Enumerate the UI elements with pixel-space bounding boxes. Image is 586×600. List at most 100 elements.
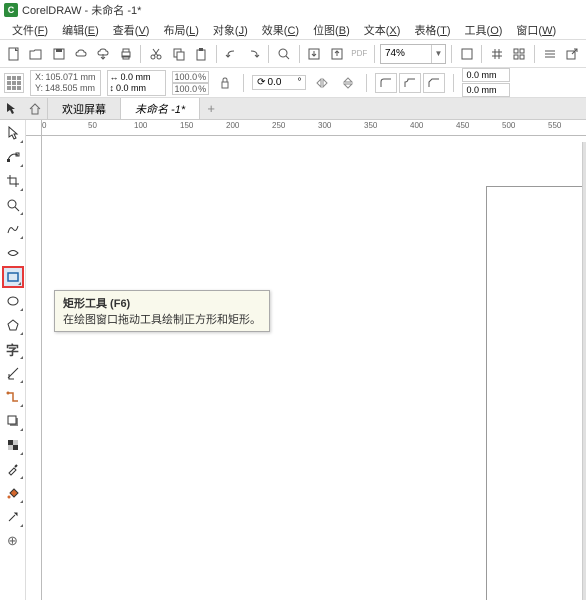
ruler-tick: 500 bbox=[502, 121, 515, 130]
menu-b[interactable]: 位图(B) bbox=[307, 20, 356, 40]
new-tab-button[interactable]: + bbox=[200, 98, 222, 119]
corner-scallop-button[interactable] bbox=[399, 73, 421, 93]
export-button[interactable] bbox=[327, 44, 346, 64]
eyedropper-tool[interactable] bbox=[2, 458, 24, 480]
tooltip-desc: 在绘图窗口拖动工具绘制正方形和矩形。 bbox=[63, 311, 261, 327]
cut-button[interactable] bbox=[146, 44, 165, 64]
ruler-tick: 250 bbox=[272, 121, 285, 130]
drawing-canvas[interactable] bbox=[42, 136, 586, 600]
copy-button[interactable] bbox=[169, 44, 188, 64]
lock-ratio-button[interactable] bbox=[215, 73, 235, 93]
ruler-tick: 0 bbox=[42, 121, 46, 130]
grid-button[interactable] bbox=[487, 44, 506, 64]
menu-t[interactable]: 表格(T) bbox=[408, 20, 456, 40]
fill-tool[interactable] bbox=[2, 482, 24, 504]
tooltip-title: 矩形工具 (F6) bbox=[63, 295, 261, 311]
options-button[interactable] bbox=[540, 44, 559, 64]
pick-tool[interactable] bbox=[2, 122, 24, 144]
ruler-tick: 300 bbox=[318, 121, 331, 130]
launch-button[interactable] bbox=[562, 44, 581, 64]
menu-o[interactable]: 工具(O) bbox=[459, 20, 509, 40]
expand-tool[interactable]: ⊕ bbox=[2, 530, 24, 552]
outline-tool[interactable] bbox=[2, 506, 24, 528]
ruler-tick: 200 bbox=[226, 121, 239, 130]
freehand-tool[interactable] bbox=[2, 218, 24, 240]
rectangle-tool[interactable] bbox=[2, 266, 24, 288]
corner-radius-b[interactable] bbox=[462, 83, 510, 97]
page[interactable] bbox=[486, 186, 586, 600]
redo-button[interactable] bbox=[244, 44, 263, 64]
zoom-combo[interactable]: ▼ bbox=[380, 44, 446, 64]
home-tab-icon[interactable] bbox=[22, 98, 48, 119]
undo-button[interactable] bbox=[222, 44, 241, 64]
ruler-corner[interactable] bbox=[26, 120, 42, 136]
toolbox: 字 ⊕ bbox=[0, 120, 26, 600]
chevron-down-icon[interactable]: ▼ bbox=[431, 45, 445, 63]
right-docker-strip[interactable] bbox=[582, 142, 586, 600]
horizontal-ruler[interactable]: 050100150200250300350400450500550 bbox=[42, 120, 586, 136]
snap-button[interactable] bbox=[510, 44, 529, 64]
open-button[interactable] bbox=[26, 44, 45, 64]
tooltip: 矩形工具 (F6) 在绘图窗口拖动工具绘制正方形和矩形。 bbox=[54, 290, 270, 332]
drop-shadow-tool[interactable] bbox=[2, 410, 24, 432]
rotation-input[interactable] bbox=[267, 77, 295, 88]
menu-x[interactable]: 文本(X) bbox=[358, 20, 407, 40]
pick-indicator bbox=[0, 98, 22, 118]
height-input[interactable] bbox=[116, 83, 158, 93]
crop-tool[interactable] bbox=[2, 170, 24, 192]
ruler-tick: 50 bbox=[88, 121, 97, 130]
corner-round-button[interactable] bbox=[375, 73, 397, 93]
text-tool[interactable]: 字 bbox=[2, 338, 24, 360]
cloud-down-button[interactable] bbox=[94, 44, 113, 64]
tab-document[interactable]: 未命名 -1* bbox=[121, 98, 200, 119]
vertical-ruler[interactable] bbox=[26, 136, 42, 600]
ellipse-tool[interactable] bbox=[2, 290, 24, 312]
property-bar: X:105.071 mm Y:148.505 mm ↔ ↕ 100.0% 100… bbox=[0, 68, 586, 98]
zoom-tool[interactable] bbox=[2, 194, 24, 216]
corner-radius-a[interactable] bbox=[462, 68, 510, 82]
corner-chamfer-button[interactable] bbox=[423, 73, 445, 93]
menu-v[interactable]: 查看(V) bbox=[107, 20, 156, 40]
connector-tool[interactable] bbox=[2, 386, 24, 408]
print-button[interactable] bbox=[116, 44, 135, 64]
menu-j[interactable]: 对象(J) bbox=[207, 20, 254, 40]
mirror-v-button[interactable] bbox=[338, 73, 358, 93]
polygon-tool[interactable] bbox=[2, 314, 24, 336]
menu-bar: 文件(F)编辑(E)查看(V)布局(L)对象(J)效果(C)位图(B)文本(X)… bbox=[0, 20, 586, 40]
size-box: ↔ ↕ bbox=[107, 70, 166, 96]
new-button[interactable] bbox=[4, 44, 23, 64]
standard-toolbar: PDF ▼ bbox=[0, 40, 586, 68]
width-input[interactable] bbox=[121, 72, 163, 82]
paste-button[interactable] bbox=[191, 44, 210, 64]
pdf-button[interactable]: PDF bbox=[350, 44, 369, 64]
coordinates-box: X:105.071 mm Y:148.505 mm bbox=[30, 70, 101, 96]
menu-c[interactable]: 效果(C) bbox=[256, 20, 305, 40]
canvas-area[interactable]: 050100150200250300350400450500550 矩形工具 (… bbox=[26, 120, 586, 600]
origin-grid[interactable] bbox=[4, 73, 24, 93]
menu-e[interactable]: 编辑(E) bbox=[56, 20, 105, 40]
mirror-h-button[interactable] bbox=[312, 73, 332, 93]
menu-w[interactable]: 窗口(W) bbox=[510, 20, 562, 40]
shape-tool[interactable] bbox=[2, 146, 24, 168]
fullscreen-button[interactable] bbox=[457, 44, 476, 64]
import-button[interactable] bbox=[305, 44, 324, 64]
zoom-input[interactable] bbox=[381, 48, 431, 59]
ruler-tick: 400 bbox=[410, 121, 423, 130]
title-bar: C CorelDRAW - 未命名 -1* bbox=[0, 0, 586, 20]
document-tabs: 欢迎屏幕 未命名 -1* + bbox=[0, 98, 586, 120]
parallel-dim-tool[interactable] bbox=[2, 362, 24, 384]
menu-l[interactable]: 布局(L) bbox=[157, 20, 204, 40]
menu-f[interactable]: 文件(F) bbox=[6, 20, 54, 40]
transparency-tool[interactable] bbox=[2, 434, 24, 456]
save-button[interactable] bbox=[49, 44, 68, 64]
scale-box: 100.0% 100.0% bbox=[172, 71, 210, 95]
search-button[interactable] bbox=[274, 44, 293, 64]
cloud-button[interactable] bbox=[71, 44, 90, 64]
workspace: 字 ⊕ 050100150200250300350400450500550 矩形… bbox=[0, 120, 586, 600]
artistic-media-tool[interactable] bbox=[2, 242, 24, 264]
ruler-tick: 350 bbox=[364, 121, 377, 130]
ruler-tick: 150 bbox=[180, 121, 193, 130]
rotation-box[interactable]: ⟳° bbox=[252, 75, 306, 90]
ruler-tick: 550 bbox=[548, 121, 561, 130]
tab-welcome[interactable]: 欢迎屏幕 bbox=[48, 98, 121, 119]
